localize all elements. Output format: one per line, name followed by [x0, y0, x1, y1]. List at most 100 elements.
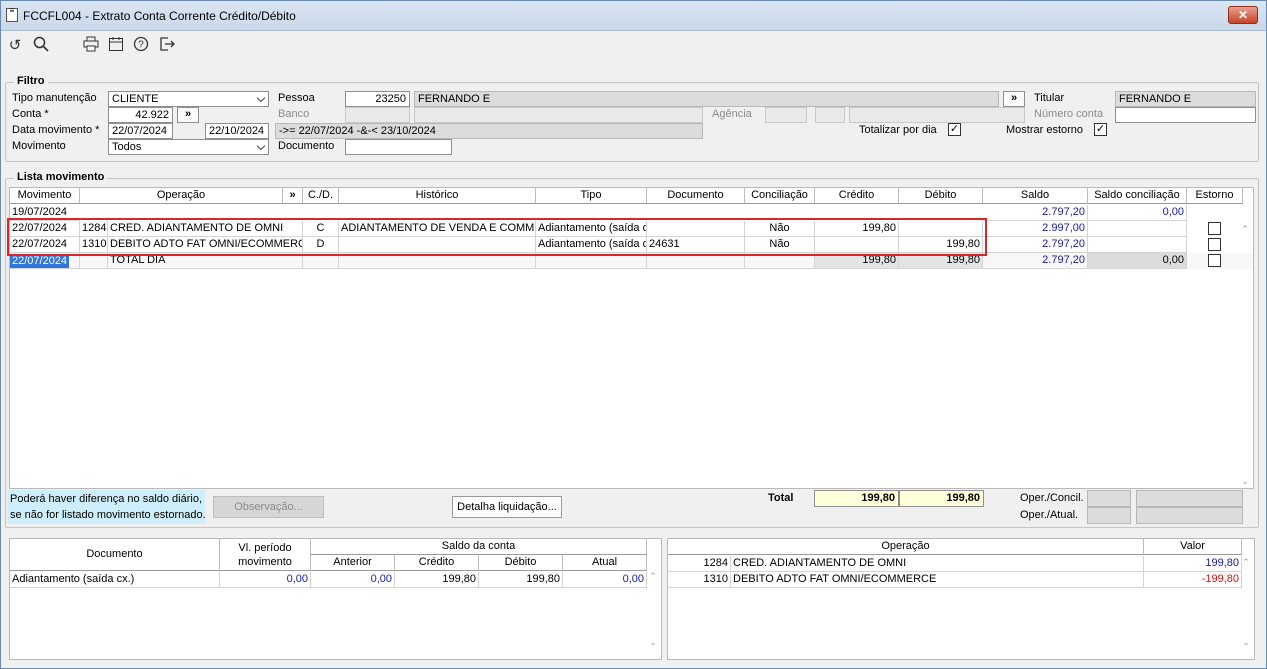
cell-saldo-conciliacao: 0,00	[1088, 205, 1187, 221]
numero-conta-label: Número conta	[1034, 108, 1104, 120]
tipo-manutencao-select[interactable]: CLIENTE	[108, 91, 269, 107]
detalha-liquidacao-button[interactable]: Detalha liquidação...	[452, 496, 562, 518]
table-row[interactable]: 1310 DEBITO ADTO FAT OMNI/ECOMMERCE -199…	[668, 572, 1254, 588]
agencia-dv-input	[815, 107, 845, 123]
col-cd[interactable]: C./D.	[303, 188, 339, 204]
cell-credito	[815, 237, 899, 253]
cell-historico: ADIANTAMENTO DE VENDA E COMMERCE	[339, 221, 536, 237]
estorno-checkbox[interactable]	[1208, 222, 1221, 235]
cell-vl-periodo: 0,00	[220, 572, 311, 588]
conta-label: Conta *	[12, 108, 49, 120]
scroll-up-icon[interactable]: ⌃	[647, 571, 659, 582]
table-row-total[interactable]: 22/07/2024 TOTAL DIA 199,80 199,80 2.797…	[10, 253, 1253, 269]
close-button[interactable]: ✕	[1228, 6, 1258, 24]
col-credito[interactable]: Crédito	[815, 188, 899, 204]
numero-conta-input[interactable]	[1115, 107, 1256, 123]
agencia-input	[765, 107, 807, 123]
data-fim-input[interactable]: 22/10/2024	[205, 123, 269, 139]
pessoa-lookup-button[interactable]: »	[1003, 91, 1025, 107]
table-row[interactable]: Adiantamento (saída cx.) 0,00 0,00 199,8…	[10, 572, 661, 588]
scroll-down-icon[interactable]: ⌄	[1239, 476, 1251, 487]
titular-label: Titular	[1034, 92, 1065, 104]
scroll-down-icon[interactable]: ⌄	[1240, 637, 1252, 648]
col-estorno[interactable]: Estorno	[1187, 188, 1243, 204]
cell-tipo: Adiantamento (saída cx.)	[536, 221, 647, 237]
cell-saldo-conciliacao: 0,00	[1088, 253, 1187, 269]
cell-documento	[647, 253, 745, 269]
cell-debito	[899, 221, 983, 237]
col-op-valor[interactable]: Valor	[1144, 539, 1242, 555]
documento-input[interactable]	[345, 139, 452, 155]
col-saldo-conciliacao[interactable]: Saldo conciliação	[1088, 188, 1187, 204]
movimento-select[interactable]: Todos	[108, 139, 269, 155]
estorno-checkbox[interactable]	[1208, 238, 1221, 251]
pessoa-nome-field: FERNANDO E	[414, 91, 999, 107]
cell-movimento-selected[interactable]: 22/07/2024	[10, 254, 70, 268]
data-movimento-label: Data movimento *	[12, 124, 100, 136]
col-saldo[interactable]: Saldo	[983, 188, 1088, 204]
cell-documento	[647, 221, 745, 237]
observacao-button[interactable]: Observação...	[213, 496, 324, 518]
agencia-label: Agência	[712, 108, 752, 120]
title-bar: ≡ FCCFL004 - Extrato Conta Corrente Créd…	[1, 1, 1266, 31]
cell-saldo: 2.797,20	[983, 205, 1088, 221]
col-doc-credito[interactable]: Crédito	[395, 555, 479, 571]
table-row[interactable]: 22/07/2024 1284 CRED. ADIANTAMENTO DE OM…	[10, 221, 1253, 237]
col-op-operacao[interactable]: Operação	[668, 539, 1144, 555]
pessoa-codigo-input[interactable]: 23250	[345, 91, 410, 107]
conta-input[interactable]: 42.922	[108, 107, 173, 123]
cell-codigo: 1310	[80, 237, 108, 253]
col-doc-atual[interactable]: Atual	[563, 555, 647, 571]
col-historico[interactable]: Histórico	[339, 188, 536, 204]
conta-lookup-button[interactable]: »	[177, 107, 199, 123]
cell-historico	[339, 253, 536, 269]
cell-debito: 199,80	[899, 237, 983, 253]
col-conciliacao[interactable]: Conciliação	[745, 188, 815, 204]
col-expand-icon[interactable]: »	[283, 188, 303, 204]
print-icon[interactable]	[81, 36, 101, 56]
col-doc-documento[interactable]: Documento	[10, 539, 220, 571]
table-row[interactable]: 22/07/2024 1310 DEBITO ADTO FAT OMNI/ECO…	[10, 237, 1253, 253]
undo-icon[interactable]: ↺	[5, 36, 25, 56]
cell-atual: 0,00	[563, 572, 647, 588]
table-row[interactable]: 1284 CRED. ADIANTAMENTO DE OMNI 199,80	[668, 556, 1254, 572]
help-icon[interactable]: ?	[131, 36, 151, 56]
calendar-icon[interactable]	[106, 36, 126, 56]
col-documento[interactable]: Documento	[647, 188, 745, 204]
pessoa-label: Pessoa	[278, 92, 315, 104]
totalizar-checkbox[interactable]: ✓	[948, 123, 961, 136]
col-tipo[interactable]: Tipo	[536, 188, 647, 204]
cell-operacao: DEBITO ADTO FAT OMNI/ECOMMERCE	[731, 572, 1144, 588]
cell-cd: D	[303, 237, 339, 253]
cell-codigo: 1284	[80, 221, 108, 237]
cell-movimento: 22/07/2024	[10, 237, 80, 253]
oper-concil-field	[1087, 490, 1131, 507]
col-debito[interactable]: Débito	[899, 188, 983, 204]
scroll-down-icon[interactable]: ⌄	[647, 637, 659, 648]
oper-atual-field	[1087, 507, 1131, 524]
data-inicio-input[interactable]: 22/07/2024	[108, 123, 173, 139]
table-row[interactable]: 19/07/2024 2.797,20 0,00	[10, 205, 1253, 221]
col-doc-saldo-conta[interactable]: Saldo da conta	[311, 539, 647, 555]
col-doc-anterior[interactable]: Anterior	[311, 555, 395, 571]
cell-saldo: 2.997,00	[983, 221, 1088, 237]
cell-cd: C	[303, 221, 339, 237]
scroll-up-icon[interactable]: ⌃	[1240, 557, 1252, 568]
cell-documento: 24631	[647, 237, 745, 253]
total-credito-field: 199,80	[814, 490, 899, 507]
search-icon[interactable]	[31, 36, 51, 56]
saldo-warning-note: Poderá haver diferença no saldo diário, …	[8, 490, 206, 524]
col-doc-debito[interactable]: Débito	[479, 555, 563, 571]
col-movimento[interactable]: Movimento	[10, 188, 80, 204]
col-doc-vl-periodo[interactable]: Vl. período movimento	[220, 539, 311, 571]
col-operacao[interactable]: Operação	[80, 188, 283, 204]
cell-tipo	[536, 253, 647, 269]
estorno-checkbox[interactable]	[1208, 254, 1221, 267]
banco-nome-field	[414, 107, 703, 123]
scroll-up-icon[interactable]: ⌃	[1239, 224, 1251, 235]
banco-input	[345, 107, 410, 123]
mostrar-estorno-checkbox[interactable]: ✓	[1094, 123, 1107, 136]
app-icon: ≡	[6, 7, 18, 22]
cell-historico	[339, 237, 536, 253]
exit-icon[interactable]	[157, 36, 177, 56]
